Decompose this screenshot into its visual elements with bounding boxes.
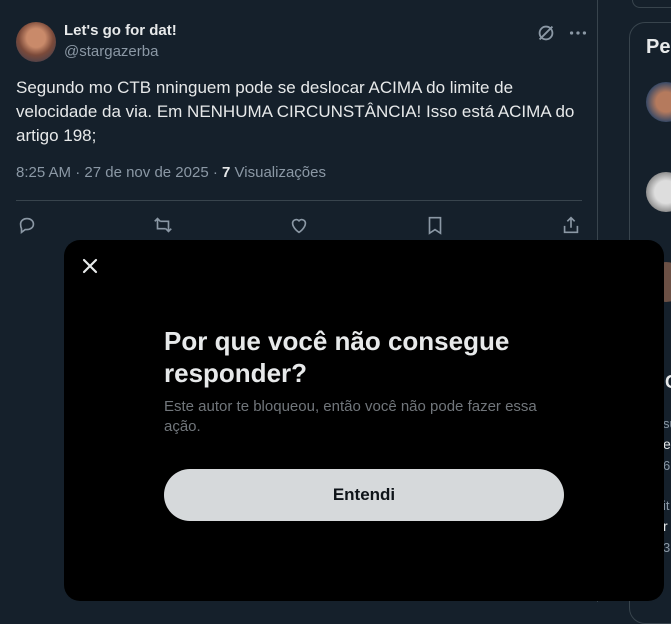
divider [16,200,582,201]
dialog-subtitle: Este autor te bloqueou, então você não p… [164,398,537,435]
tweet-text: Segundo mo CTB nninguem pode se deslocar… [16,78,575,145]
sidebar-fragment: 3 [663,540,671,555]
sidebar-fragment: 6 [663,458,671,473]
author-avatar[interactable] [16,22,56,62]
heart-icon[interactable] [288,214,310,236]
sidebar-fragment: e [663,436,671,452]
sidebar-title: Pe [646,36,671,58]
author-name[interactable]: Let's go for dat! [64,22,177,39]
search-box[interactable] [632,0,671,8]
sidebar-fragment: C [665,372,671,393]
more-icon[interactable] [567,22,589,44]
grok-icon[interactable] [535,22,557,44]
bookmark-icon[interactable] [424,214,446,236]
views-label: Visualizações [234,164,326,181]
tweet-time[interactable]: 8:25 AM [16,164,71,181]
close-icon[interactable] [78,254,102,278]
reply-icon[interactable] [16,214,38,236]
author-handle[interactable]: @stargazerba [64,43,158,60]
share-icon[interactable] [560,214,582,236]
tweet-date[interactable]: 27 de nov de 2025 [84,164,208,181]
tweet-top-actions [535,22,589,44]
sidebar-fragment: su [663,416,671,431]
retweet-icon[interactable] [152,214,174,236]
views-count: 7 [222,164,231,181]
dialog-title: Por que você não consegue responder? [164,326,510,388]
understood-button[interactable]: Entendi [164,469,564,521]
tweet-meta: 8:25 AM · 27 de nov de 2025 · 7 Visualiz… [16,164,326,181]
tweet-actions [16,210,582,240]
